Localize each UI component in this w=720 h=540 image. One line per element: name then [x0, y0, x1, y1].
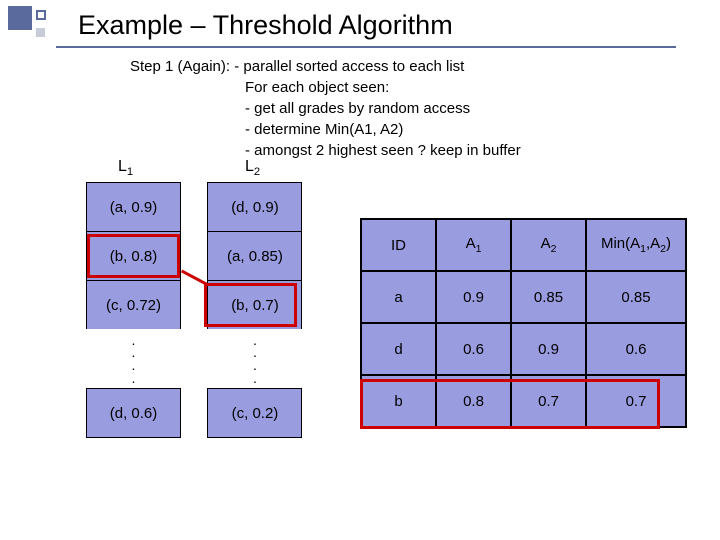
- lists: (a, 0.9) (b, 0.8) (c, 0.72) .... (d, 0.6…: [86, 182, 302, 437]
- l1-cell: (c, 0.72): [86, 280, 181, 330]
- step-text: Step 1 (Again): - parallel sorted access…: [130, 56, 521, 161]
- l2-cell: (b, 0.7): [207, 280, 302, 330]
- l1-cell: (a, 0.9): [86, 182, 181, 232]
- step-line3: - get all grades by random access: [130, 98, 521, 119]
- list1-label: L1: [118, 158, 133, 178]
- cell-a1: 0.8: [436, 375, 511, 427]
- step-line2: For each object seen:: [130, 77, 521, 98]
- l1-cell: (d, 0.6): [86, 388, 181, 438]
- col-a2: A2: [511, 219, 586, 271]
- table-row: a 0.9 0.85 0.85: [361, 271, 686, 323]
- cell-id: b: [361, 375, 436, 427]
- title-rule: [56, 46, 676, 48]
- step-line4: - determine Min(A1, A2): [130, 119, 521, 140]
- col-a1: A1: [436, 219, 511, 271]
- cell-id: a: [361, 271, 436, 323]
- l2-cell: (c, 0.2): [207, 388, 302, 438]
- list2-label: L2: [245, 158, 260, 178]
- cell-a2: 0.9: [511, 323, 586, 375]
- results-table-wrap: ID A1 A2 Min(A1,A2) a 0.9 0.85 0.85 d 0.…: [360, 218, 687, 428]
- col-min: Min(A1,A2): [586, 219, 686, 271]
- cell-min: 0.7: [586, 375, 686, 427]
- table-row: d 0.6 0.9 0.6: [361, 323, 686, 375]
- results-table: ID A1 A2 Min(A1,A2) a 0.9 0.85 0.85 d 0.…: [360, 218, 687, 428]
- cell-id: d: [361, 323, 436, 375]
- l2-cell: (d, 0.9): [207, 182, 302, 232]
- col-id: ID: [361, 219, 436, 271]
- cell-a1: 0.9: [436, 271, 511, 323]
- l1-cell: (b, 0.8): [86, 231, 181, 281]
- l2-dots: ....: [207, 329, 302, 389]
- l1-dots: ....: [86, 329, 181, 389]
- step-line5: - amongst 2 highest seen ? keep in buffe…: [130, 140, 521, 161]
- list-l1: (a, 0.9) (b, 0.8) (c, 0.72) .... (d, 0.6…: [86, 182, 181, 437]
- list-l2: (d, 0.9) (a, 0.85) (b, 0.7) .... (c, 0.2…: [207, 182, 302, 437]
- cell-min: 0.85: [586, 271, 686, 323]
- cell-a2: 0.85: [511, 271, 586, 323]
- page-title: Example – Threshold Algorithm: [78, 10, 453, 41]
- step-line1: Step 1 (Again): - parallel sorted access…: [130, 58, 464, 75]
- l2-cell: (a, 0.85): [207, 231, 302, 281]
- table-row: b 0.8 0.7 0.7: [361, 375, 686, 427]
- cell-a2: 0.7: [511, 375, 586, 427]
- table-header-row: ID A1 A2 Min(A1,A2): [361, 219, 686, 271]
- cell-min: 0.6: [586, 323, 686, 375]
- cell-a1: 0.6: [436, 323, 511, 375]
